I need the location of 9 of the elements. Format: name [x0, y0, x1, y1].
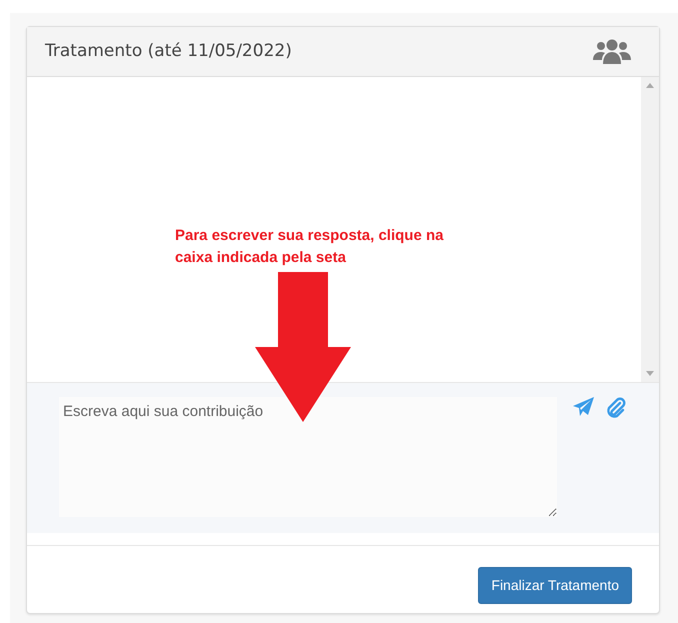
- scroll-down-icon[interactable]: [646, 371, 654, 376]
- users-icon: [593, 38, 631, 64]
- paperclip-icon[interactable]: [606, 397, 626, 419]
- finish-button[interactable]: Finalizar Tratamento: [478, 567, 632, 604]
- instruction-note: Para escrever sua resposta, clique na caixa indicada pela seta: [175, 226, 444, 268]
- contribution-field[interactable]: Escreva aqui sua contribuição: [59, 397, 557, 517]
- card-title: Tratamento (até 11/05/2022): [45, 40, 292, 63]
- send-icon[interactable]: [573, 397, 594, 417]
- scroll-up-icon[interactable]: [646, 83, 654, 88]
